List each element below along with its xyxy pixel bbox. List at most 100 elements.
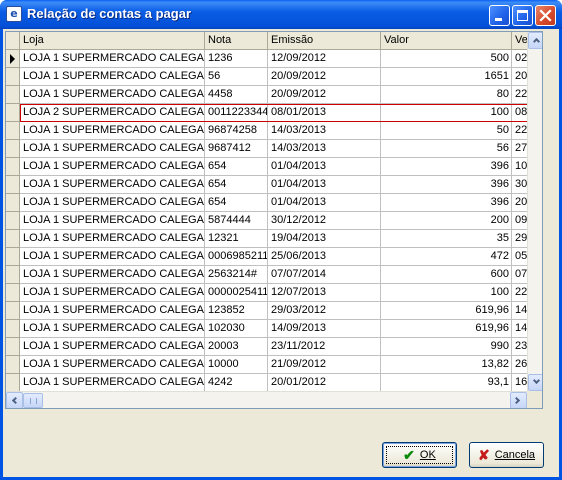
row-indicator[interactable] bbox=[6, 104, 20, 122]
cell-emissao[interactable]: 14/03/2013 bbox=[268, 140, 381, 158]
cell-valor[interactable]: 990 bbox=[381, 338, 512, 356]
table-row[interactable]: LOJA 1 SUPERMERCADO CALEGAR 12321 19/04/20… bbox=[6, 230, 542, 248]
cell-nota[interactable]: 10000 bbox=[205, 356, 268, 374]
row-indicator[interactable] bbox=[6, 194, 20, 212]
table-row[interactable]: LOJA 2 SUPERMERCADO CALEGAR 0011223344 08/… bbox=[6, 104, 542, 122]
cell-valor[interactable]: 35 bbox=[381, 230, 512, 248]
cell-nota[interactable]: 9687412 bbox=[205, 140, 268, 158]
table-row[interactable]: LOJA 1 SUPERMERCADO CALEGAR 123852 29/03/2… bbox=[6, 302, 542, 320]
row-indicator[interactable] bbox=[6, 176, 20, 194]
table-row[interactable]: LOJA 1 SUPERMERCADO CALEGAR 96874258 14/03… bbox=[6, 122, 542, 140]
scroll-left-button[interactable] bbox=[6, 392, 23, 408]
cell-loja[interactable]: LOJA 1 SUPERMERCADO CALEGAR bbox=[20, 266, 205, 284]
cell-loja[interactable]: LOJA 1 SUPERMERCADO CALEGAR bbox=[20, 230, 205, 248]
cell-loja[interactable]: LOJA 1 SUPERMERCADO CALEGAR bbox=[20, 176, 205, 194]
cell-valor[interactable]: 396 bbox=[381, 158, 512, 176]
cell-emissao[interactable]: 23/11/2012 bbox=[268, 338, 381, 356]
cell-emissao[interactable]: 19/04/2013 bbox=[268, 230, 381, 248]
cell-nota[interactable]: 654 bbox=[205, 194, 268, 212]
cell-valor[interactable]: 600 bbox=[381, 266, 512, 284]
cell-emissao[interactable]: 01/04/2013 bbox=[268, 176, 381, 194]
cell-valor[interactable]: 619,96 bbox=[381, 302, 512, 320]
table-row[interactable]: LOJA 1 SUPERMERCADO CALEGAR 1236 12/09/201… bbox=[6, 50, 542, 68]
app-icon[interactable]: e bbox=[6, 6, 22, 22]
cell-emissao[interactable]: 29/03/2012 bbox=[268, 302, 381, 320]
cell-emissao[interactable]: 14/09/2013 bbox=[268, 320, 381, 338]
row-indicator[interactable] bbox=[6, 320, 20, 338]
cell-nota[interactable]: 2563214# bbox=[205, 266, 268, 284]
cell-nota[interactable]: 0006985211 bbox=[205, 248, 268, 266]
cell-valor[interactable]: 396 bbox=[381, 176, 512, 194]
cell-valor[interactable]: 13,82 bbox=[381, 356, 512, 374]
cell-valor[interactable]: 619,96 bbox=[381, 320, 512, 338]
cell-valor[interactable]: 500 bbox=[381, 50, 512, 68]
table-row[interactable]: LOJA 1 SUPERMERCADO CALEGAR 0000025411 12/… bbox=[6, 284, 542, 302]
cell-valor[interactable]: 100 bbox=[381, 104, 512, 122]
table-row[interactable]: LOJA 1 SUPERMERCADO CALEGAR 654 01/04/2013… bbox=[6, 176, 542, 194]
cell-nota[interactable]: 654 bbox=[205, 176, 268, 194]
column-header-valor[interactable]: Valor bbox=[381, 32, 512, 50]
cell-loja[interactable]: LOJA 1 SUPERMERCADO CALEGAR bbox=[20, 158, 205, 176]
payables-grid[interactable]: Loja Nota Emissão Valor Venc LOJA 1 SUPE… bbox=[5, 31, 543, 409]
row-indicator[interactable] bbox=[6, 374, 20, 392]
row-indicator[interactable] bbox=[6, 338, 20, 356]
cell-loja[interactable]: LOJA 1 SUPERMERCADO CALEGAR bbox=[20, 248, 205, 266]
column-header-nota[interactable]: Nota bbox=[205, 32, 268, 50]
cell-nota[interactable]: 0000025411 bbox=[205, 284, 268, 302]
table-row[interactable]: LOJA 1 SUPERMERCADO CALEGAR 4242 20/01/201… bbox=[6, 374, 542, 392]
cell-emissao[interactable]: 20/09/2012 bbox=[268, 68, 381, 86]
row-indicator[interactable] bbox=[6, 140, 20, 158]
cell-loja[interactable]: LOJA 1 SUPERMERCADO CALEGAR bbox=[20, 50, 205, 68]
cell-loja[interactable]: LOJA 2 SUPERMERCADO CALEGAR bbox=[20, 104, 205, 122]
cell-valor[interactable]: 50 bbox=[381, 122, 512, 140]
row-indicator[interactable] bbox=[6, 212, 20, 230]
table-row[interactable]: LOJA 1 SUPERMERCADO CALEGAR 56 20/09/2012 1… bbox=[6, 68, 542, 86]
cell-emissao[interactable]: 12/07/2013 bbox=[268, 284, 381, 302]
cell-nota[interactable]: 1236 bbox=[205, 50, 268, 68]
cell-loja[interactable]: LOJA 1 SUPERMERCADO CALEGAR bbox=[20, 68, 205, 86]
scroll-right-button[interactable] bbox=[510, 392, 527, 408]
cell-valor[interactable]: 200 bbox=[381, 212, 512, 230]
cell-loja[interactable]: LOJA 1 SUPERMERCADO CALEGAR bbox=[20, 338, 205, 356]
row-indicator[interactable] bbox=[6, 230, 20, 248]
cell-valor[interactable]: 1651 bbox=[381, 68, 512, 86]
table-row[interactable]: LOJA 1 SUPERMERCADO CALEGAR 102030 14/09/2… bbox=[6, 320, 542, 338]
cell-loja[interactable]: LOJA 1 SUPERMERCADO CALEGAR bbox=[20, 302, 205, 320]
cell-emissao[interactable]: 20/01/2012 bbox=[268, 374, 381, 392]
ok-button[interactable]: ✔ OK bbox=[382, 442, 457, 468]
table-row[interactable]: LOJA 1 SUPERMERCADO CALEGAR 2563214# 07/07… bbox=[6, 266, 542, 284]
row-indicator[interactable] bbox=[6, 86, 20, 104]
cell-valor[interactable]: 56 bbox=[381, 140, 512, 158]
table-row[interactable]: LOJA 1 SUPERMERCADO CALEGAR 0006985211 25/… bbox=[6, 248, 542, 266]
row-indicator[interactable] bbox=[6, 302, 20, 320]
cell-nota[interactable]: 12321 bbox=[205, 230, 268, 248]
minimize-button[interactable] bbox=[489, 5, 510, 26]
cell-loja[interactable]: LOJA 1 SUPERMERCADO CALEGAR bbox=[20, 284, 205, 302]
row-indicator[interactable] bbox=[6, 122, 20, 140]
scroll-up-button[interactable] bbox=[528, 32, 542, 49]
cell-nota[interactable]: 56 bbox=[205, 68, 268, 86]
cell-emissao[interactable]: 25/06/2013 bbox=[268, 248, 381, 266]
cell-loja[interactable]: LOJA 1 SUPERMERCADO CALEGAR bbox=[20, 212, 205, 230]
row-indicator[interactable] bbox=[6, 284, 20, 302]
horizontal-scrollbar[interactable] bbox=[6, 391, 527, 408]
cancel-button[interactable]: ✘ Cancela bbox=[469, 442, 544, 468]
cell-valor[interactable]: 396 bbox=[381, 194, 512, 212]
table-row[interactable]: LOJA 1 SUPERMERCADO CALEGAR 654 01/04/2013… bbox=[6, 194, 542, 212]
maximize-button[interactable] bbox=[512, 5, 533, 26]
table-row[interactable]: LOJA 1 SUPERMERCADO CALEGAR 654 01/04/2013… bbox=[6, 158, 542, 176]
cell-nota[interactable]: 5874444 bbox=[205, 212, 268, 230]
row-indicator[interactable] bbox=[6, 68, 20, 86]
cell-emissao[interactable]: 07/07/2014 bbox=[268, 266, 381, 284]
cell-loja[interactable]: LOJA 1 SUPERMERCADO CALEGAR bbox=[20, 374, 205, 392]
table-row[interactable]: LOJA 1 SUPERMERCADO CALEGAR 10000 21/09/20… bbox=[6, 356, 542, 374]
cell-loja[interactable]: LOJA 1 SUPERMERCADO CALEGAR bbox=[20, 122, 205, 140]
scroll-down-button[interactable] bbox=[528, 374, 542, 391]
column-header-emissao[interactable]: Emissão bbox=[268, 32, 381, 50]
row-indicator[interactable] bbox=[6, 248, 20, 266]
cell-loja[interactable]: LOJA 1 SUPERMERCADO CALEGAR bbox=[20, 356, 205, 374]
table-row[interactable]: LOJA 1 SUPERMERCADO CALEGAR 5874444 30/12/… bbox=[6, 212, 542, 230]
cell-nota[interactable]: 4242 bbox=[205, 374, 268, 392]
row-indicator[interactable] bbox=[6, 356, 20, 374]
cell-emissao[interactable]: 30/12/2012 bbox=[268, 212, 381, 230]
